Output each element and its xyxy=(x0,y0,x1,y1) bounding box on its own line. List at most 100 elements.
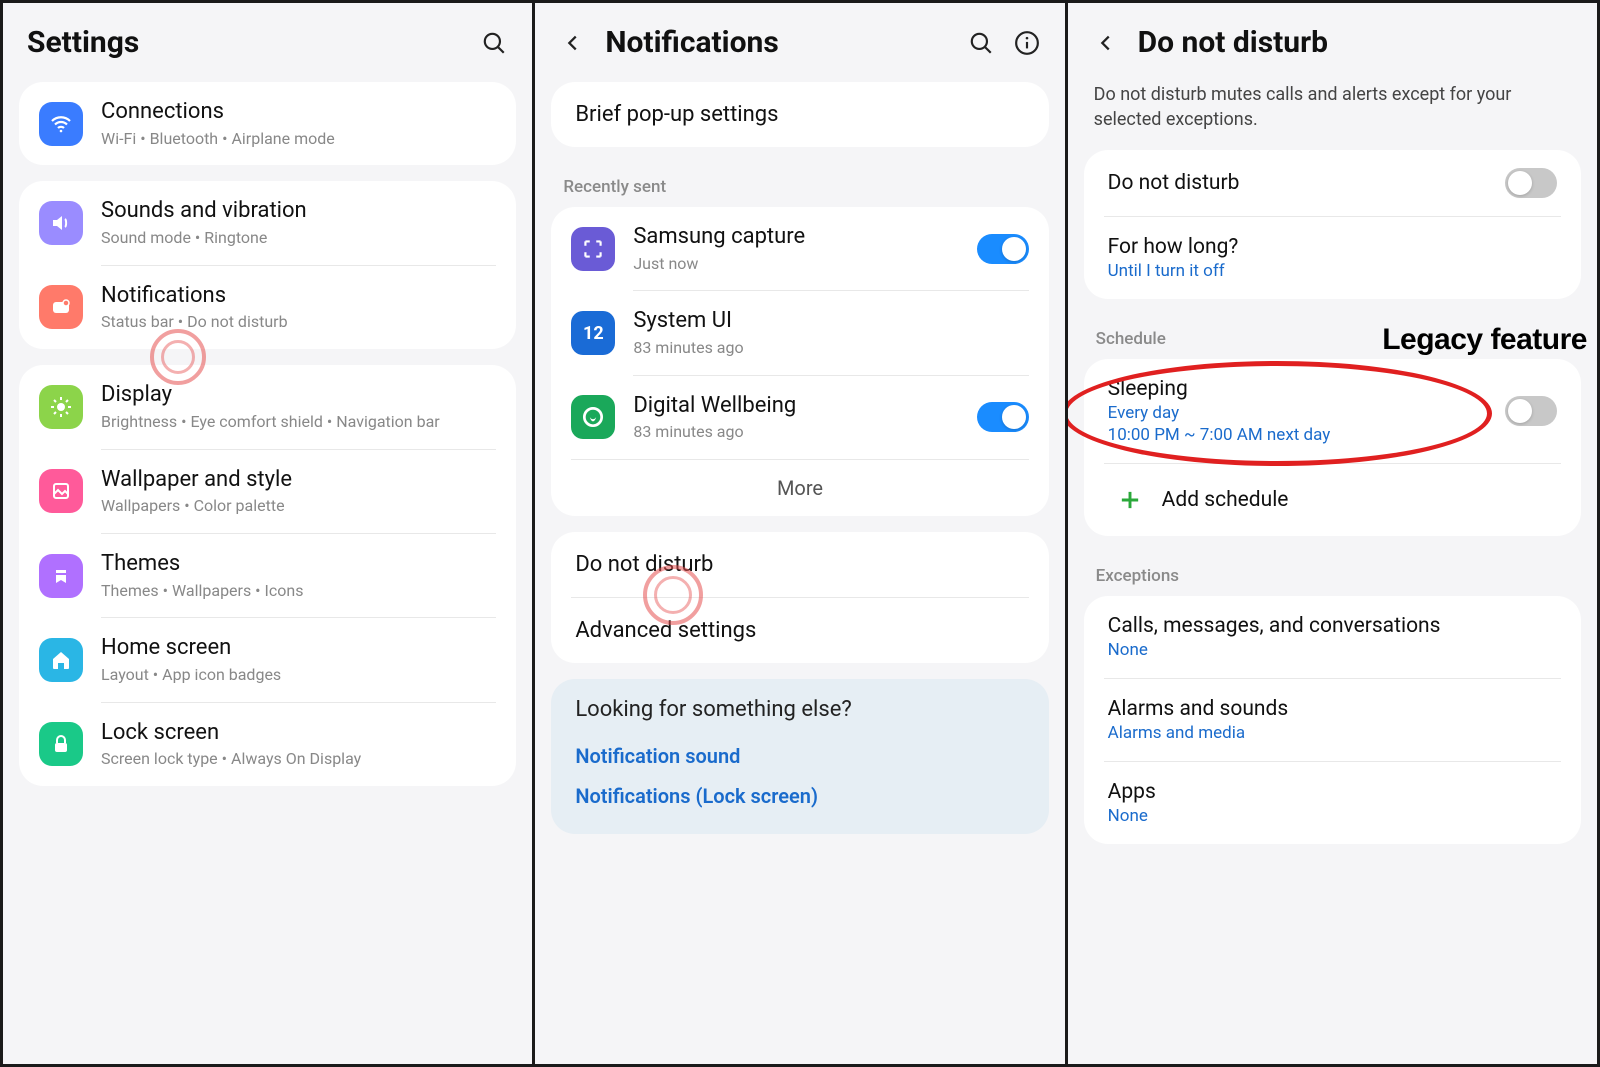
capture-icon xyxy=(571,227,615,271)
settings-panel: Settings Connections Wi-Fi • Bluetooth •… xyxy=(3,3,535,1064)
page-title: Settings xyxy=(27,25,462,60)
recently-sent-card: Samsung capture Just now 12 System UI 83… xyxy=(551,207,1048,516)
notifications-panel: Notifications Brief pop-up settings Rece… xyxy=(535,3,1067,1064)
suggest-link-lockscreen[interactable]: Notifications (Lock screen) xyxy=(575,776,1024,816)
sound-icon xyxy=(39,201,83,245)
notification-icon xyxy=(39,285,83,329)
settings-row-display[interactable]: Display Brightness • Eye comfort shield … xyxy=(19,365,516,448)
row-title: Home screen xyxy=(101,634,496,663)
add-schedule-row[interactable]: Add schedule xyxy=(1084,464,1581,536)
search-icon[interactable] xyxy=(480,29,508,57)
exceptions-card: Calls, messages, and conversations None … xyxy=(1084,596,1581,844)
settings-header: Settings xyxy=(3,3,532,82)
row-sub: Status bar • Do not disturb xyxy=(101,312,496,333)
search-icon[interactable] xyxy=(967,29,995,57)
exception-alarms-row[interactable]: Alarms and sounds Alarms and media xyxy=(1084,679,1581,761)
more-button[interactable]: More xyxy=(551,460,1048,516)
row-sub: Just now xyxy=(633,254,958,275)
settings-group-1: Connections Wi-Fi • Bluetooth • Airplane… xyxy=(19,82,516,165)
advanced-settings-row[interactable]: Advanced settings xyxy=(551,598,1048,663)
settings-group-2: Sounds and vibration Sound mode • Ringto… xyxy=(19,181,516,349)
brief-card: Brief pop-up settings xyxy=(551,82,1048,147)
add-schedule-label: Add schedule xyxy=(1162,488,1289,512)
legacy-feature-label: Legacy feature xyxy=(1382,323,1587,357)
recently-sent-label: Recently sent xyxy=(535,163,1064,203)
suggest-link-sound[interactable]: Notification sound xyxy=(575,736,1024,776)
row-title: Sleeping xyxy=(1108,377,1489,401)
do-not-disturb-row[interactable]: Do not disturb xyxy=(551,532,1048,597)
exception-apps-row[interactable]: Apps None xyxy=(1084,762,1581,844)
row-title: For how long? xyxy=(1108,235,1557,259)
row-title: System UI xyxy=(633,307,1028,336)
for-how-long-row[interactable]: For how long? Until I turn it off xyxy=(1084,217,1581,299)
toggle-switch[interactable] xyxy=(1505,168,1557,198)
lock-icon xyxy=(39,722,83,766)
row-sub: Wallpapers • Color palette xyxy=(101,496,496,517)
back-icon[interactable] xyxy=(559,29,587,57)
dnd-main-card: Do not disturb For how long? Until I tur… xyxy=(1084,150,1581,299)
row-sub1: Every day xyxy=(1108,403,1489,423)
sleeping-schedule-row[interactable]: Sleeping Every day 10:00 PM ~ 7:00 AM ne… xyxy=(1084,359,1581,463)
toggle-switch[interactable] xyxy=(1505,396,1557,426)
settings-row-connections[interactable]: Connections Wi-Fi • Bluetooth • Airplane… xyxy=(19,82,516,165)
exception-calls-row[interactable]: Calls, messages, and conversations None xyxy=(1084,596,1581,678)
row-title: Sounds and vibration xyxy=(101,197,496,226)
row-sub: Wi-Fi • Bluetooth • Airplane mode xyxy=(101,129,496,150)
settings-row-homescreen[interactable]: Home screen Layout • App icon badges xyxy=(19,618,516,701)
row-sub: Until I turn it off xyxy=(1108,261,1557,281)
recent-app-samsung-capture[interactable]: Samsung capture Just now xyxy=(551,207,1048,290)
row-title: Apps xyxy=(1108,780,1557,804)
row-title: Connections xyxy=(101,98,496,127)
row-title: Lock screen xyxy=(101,719,496,748)
brief-popup-settings[interactable]: Brief pop-up settings xyxy=(551,82,1048,147)
row-sub: 83 minutes ago xyxy=(633,338,1028,359)
schedule-card: Sleeping Every day 10:00 PM ~ 7:00 AM ne… xyxy=(1084,359,1581,536)
row-title: Do not disturb xyxy=(1108,171,1489,195)
info-icon[interactable] xyxy=(1013,29,1041,57)
row-sub: Themes • Wallpapers • Icons xyxy=(101,581,496,602)
row-sub: Layout • App icon badges xyxy=(101,665,496,686)
looking-for-card: Looking for something else? Notification… xyxy=(551,679,1048,834)
wifi-icon xyxy=(39,102,83,146)
row-title: Themes xyxy=(101,550,496,579)
exceptions-label: Exceptions xyxy=(1068,552,1597,592)
row-title: Digital Wellbeing xyxy=(633,392,958,421)
row-title: Wallpaper and style xyxy=(101,466,496,495)
settings-row-wallpaper[interactable]: Wallpaper and style Wallpapers • Color p… xyxy=(19,450,516,533)
row-sub: None xyxy=(1108,806,1557,826)
row-title: Display xyxy=(101,381,496,410)
row-title: Alarms and sounds xyxy=(1108,697,1557,721)
home-icon xyxy=(39,638,83,682)
settings-row-sounds[interactable]: Sounds and vibration Sound mode • Ringto… xyxy=(19,181,516,264)
dnd-toggle-row[interactable]: Do not disturb xyxy=(1084,150,1581,216)
wallpaper-icon xyxy=(39,469,83,513)
row-title: Calls, messages, and conversations xyxy=(1108,614,1557,638)
recent-app-system-ui[interactable]: 12 System UI 83 minutes ago xyxy=(551,291,1048,374)
toggle-switch[interactable] xyxy=(977,402,1029,432)
row-sub: Brightness • Eye comfort shield • Naviga… xyxy=(101,412,496,433)
sysui-icon: 12 xyxy=(571,311,615,355)
row-sub: Screen lock type • Always On Display xyxy=(101,749,496,770)
row-sub: Sound mode • Ringtone xyxy=(101,228,496,249)
recent-app-digital-wellbeing[interactable]: Digital Wellbeing 83 minutes ago xyxy=(551,376,1048,459)
looking-for-title: Looking for something else? xyxy=(575,697,1024,722)
row-title: Notifications xyxy=(101,282,496,311)
dnd-header: Do not disturb xyxy=(1068,3,1597,82)
other-settings-card: Do not disturb Advanced settings xyxy=(551,532,1048,663)
display-icon xyxy=(39,385,83,429)
notifications-header: Notifications xyxy=(535,3,1064,82)
dnd-panel: Do not disturb Do not disturb mutes call… xyxy=(1068,3,1597,1064)
dnd-description: Do not disturb mutes calls and alerts ex… xyxy=(1068,82,1597,150)
settings-group-3: Display Brightness • Eye comfort shield … xyxy=(19,365,516,786)
toggle-switch[interactable] xyxy=(977,234,1029,264)
back-icon[interactable] xyxy=(1092,29,1120,57)
row-sub: 83 minutes ago xyxy=(633,422,958,443)
wellbeing-icon xyxy=(571,395,615,439)
page-title: Do not disturb xyxy=(1138,25,1573,60)
settings-row-themes[interactable]: Themes Themes • Wallpapers • Icons xyxy=(19,534,516,617)
page-title: Notifications xyxy=(605,25,948,60)
row-title: Samsung capture xyxy=(633,223,958,252)
plus-icon xyxy=(1108,478,1152,522)
settings-row-notifications[interactable]: Notifications Status bar • Do not distur… xyxy=(19,266,516,349)
settings-row-lockscreen[interactable]: Lock screen Screen lock type • Always On… xyxy=(19,703,516,786)
